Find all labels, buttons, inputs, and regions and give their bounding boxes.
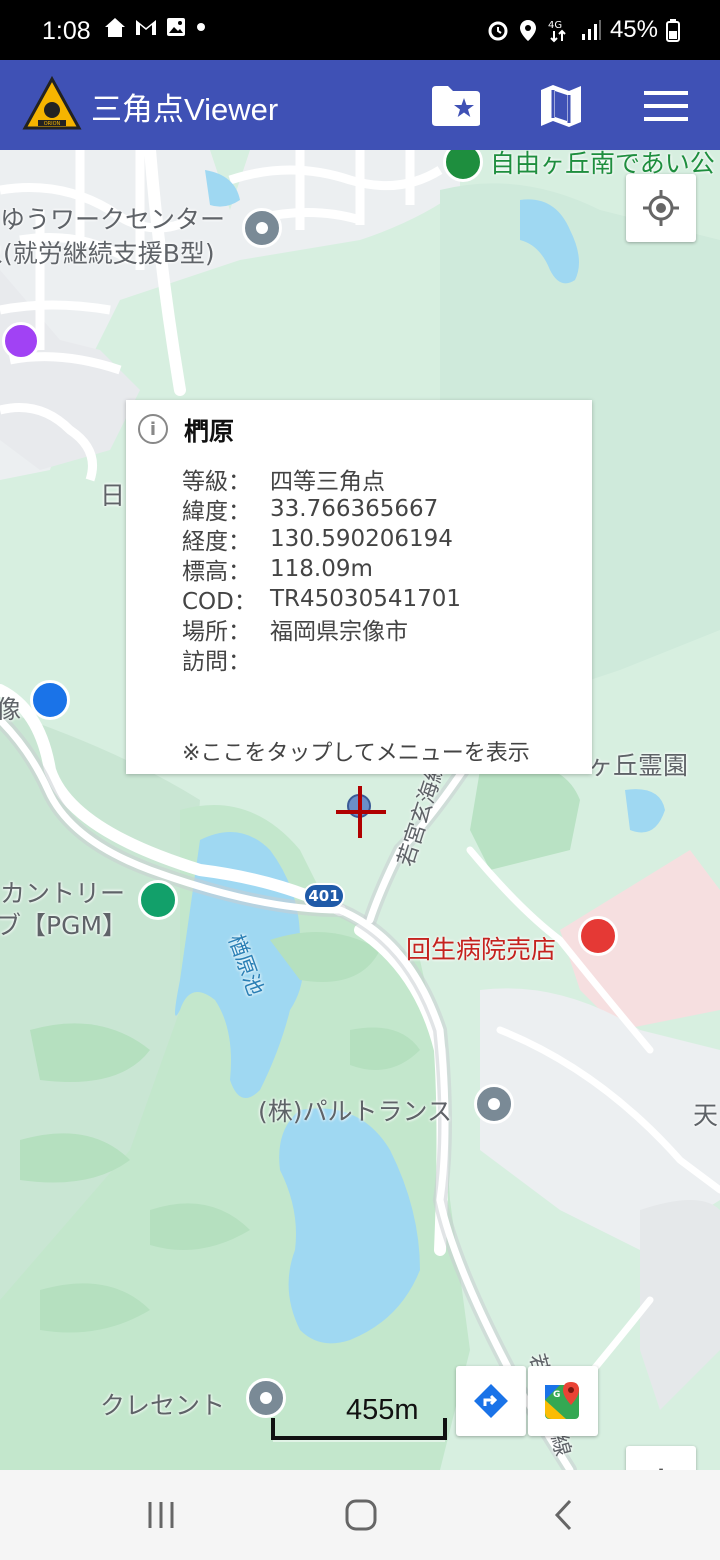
map-view[interactable]: 自由ヶ丘南であい公 ゆうワークセンター 象(就労継続支援B型) 日 像 ヶ丘霊園… <box>0 150 720 1470</box>
google-maps-icon: G <box>545 1382 579 1419</box>
svg-text:ORION: ORION <box>44 121 61 127</box>
map-label-pgm: ブ【PGM】 <box>0 911 128 940</box>
directions-button[interactable] <box>456 1366 526 1436</box>
popup-hint: ※ここをタップしてメニューを表示 <box>182 741 530 766</box>
back-icon <box>554 1499 572 1531</box>
map-label-work-center: ゆうワークセンター <box>0 205 226 234</box>
gmail-icon <box>136 20 156 35</box>
status-time: 1:08 <box>42 17 91 45</box>
home-button-icon <box>345 1499 377 1531</box>
scale-label: 455m <box>346 1394 419 1426</box>
battery-text: 45% <box>609 16 658 43</box>
popup-row-code: COD： TR45030541701 <box>182 586 461 615</box>
poi-pin-icon[interactable] <box>242 208 282 248</box>
popup-row-grade: 等級： 四等三角点 <box>182 469 385 495</box>
my-location-button[interactable] <box>626 174 696 242</box>
info-popup[interactable]: i 椚原 等級： 四等三角点 緯度： 33.766365667 経度： 130.590… <box>126 400 592 774</box>
map-label-ten: 天 <box>693 1101 719 1130</box>
folder-star-icon <box>432 86 480 126</box>
golf-pin-icon[interactable] <box>138 880 178 920</box>
recent-apps-button[interactable] <box>131 1492 191 1538</box>
purple-poi-pin-icon[interactable] <box>2 322 40 360</box>
menu-button[interactable] <box>638 78 694 134</box>
4g-data-icon: 4G <box>548 20 566 43</box>
popup-row-elevation: 標高： 118.09m <box>182 556 373 585</box>
map-label-country: カントリー <box>0 879 126 908</box>
app-logo: ORION <box>22 76 82 130</box>
svg-text:4G: 4G <box>548 20 562 31</box>
map-label-hospital: 回生病院売店 <box>406 935 557 964</box>
location-icon <box>519 20 536 41</box>
back-button[interactable] <box>534 1492 594 1538</box>
popup-row-latitude: 緯度： 33.766365667 <box>182 496 439 525</box>
map-label-paltrans: (株)パルトランス <box>258 1097 453 1126</box>
battery-icon <box>666 19 680 42</box>
app-title: 三角点Viewer <box>91 92 279 127</box>
signal-icon <box>581 20 601 40</box>
app-bar: ORION 三角点Viewer <box>0 60 720 150</box>
directions-icon <box>474 1384 508 1418</box>
svg-text:G: G <box>553 1390 560 1400</box>
popup-row-visited: 訪問： <box>182 649 251 675</box>
status-bar: 1:08 4G 45% <box>0 0 720 60</box>
zoom-controls: + − <box>626 1446 696 1470</box>
notification-icons <box>103 16 208 38</box>
map-label-hi: 日 <box>100 481 126 510</box>
menu-icon <box>644 91 688 121</box>
paltrans-pin-icon[interactable] <box>474 1084 514 1124</box>
navigation-bar <box>0 1470 720 1560</box>
route-shield: 401 <box>303 883 345 909</box>
system-icons: 4G 45% <box>486 16 680 44</box>
crosshair-icon <box>643 190 679 226</box>
popup-details: 等級： 四等三角点 緯度： 33.766365667 経度： 130.59020619… <box>182 464 461 675</box>
home-button[interactable] <box>331 1492 391 1538</box>
alarm-icon <box>488 21 508 41</box>
popup-title: 椚原 <box>184 417 235 446</box>
home-icon <box>105 18 125 37</box>
shopping-pin-icon[interactable] <box>30 680 70 720</box>
open-google-maps-button[interactable]: G <box>528 1366 598 1436</box>
popup-row-location: 場所： 福岡県宗像市 <box>182 619 408 645</box>
info-icon: i <box>138 414 168 444</box>
map-icon <box>541 85 581 127</box>
map-label-crescent: クレセント <box>100 1391 226 1420</box>
recent-apps-icon <box>148 1502 174 1528</box>
map-label-zou: 像 <box>0 695 22 724</box>
map-type-button[interactable] <box>533 78 589 134</box>
popup-row-longitude: 経度： 130.590206194 <box>182 526 453 555</box>
triangulation-point-marker[interactable] <box>334 786 388 842</box>
map-label-work-center-type: 象(就労継続支援B型) <box>0 239 215 268</box>
favorites-folder-button[interactable] <box>428 78 484 134</box>
image-icon <box>167 18 185 36</box>
hospital-pin-icon[interactable] <box>578 916 618 956</box>
zoom-in-button[interactable]: + <box>626 1446 696 1470</box>
map-label-reien: ヶ丘霊園 <box>588 751 689 780</box>
dot-icon <box>197 23 205 31</box>
